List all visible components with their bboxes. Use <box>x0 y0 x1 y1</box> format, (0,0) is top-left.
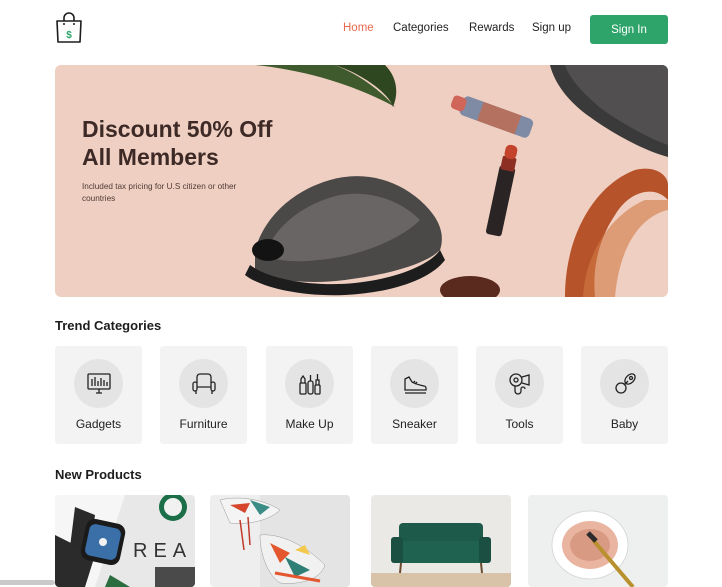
category-label: Gadgets <box>75 417 122 431</box>
category-baby[interactable]: Baby <box>581 346 668 444</box>
category-gadgets[interactable]: Gadgets <box>55 346 142 444</box>
category-icon-circle <box>74 359 123 408</box>
nav-home[interactable]: Home <box>343 22 374 34</box>
category-icon-circle <box>179 359 228 408</box>
trend-categories-title: Trend Categories <box>55 318 162 333</box>
category-icon-circle <box>600 359 649 408</box>
shopping-bag-icon: $ <box>56 12 82 43</box>
product-image-sneakers <box>210 495 350 587</box>
category-tools[interactable]: Tools <box>476 346 563 444</box>
product-image-watch: REA <box>55 495 195 587</box>
product-row: REA <box>55 495 668 587</box>
pacifier-icon <box>614 372 636 394</box>
hero-banner: Discount 50% Off All Members Included ta… <box>55 65 668 297</box>
watch-print-text: REA <box>133 540 192 562</box>
sneaker-icon <box>403 375 427 394</box>
product-image-cosmetic <box>528 495 668 587</box>
horizontal-scrollbar[interactable] <box>0 580 55 585</box>
nav-signup[interactable]: Sign up <box>532 22 571 34</box>
product-card-watch[interactable]: REA <box>55 495 195 587</box>
category-icon-circle <box>495 359 544 408</box>
svg-text:$: $ <box>66 30 72 41</box>
category-makeup[interactable]: Make Up <box>266 346 353 444</box>
hairdryer-icon <box>508 372 530 395</box>
hero-subtitle: Included tax pricing for U.S citizen or … <box>82 182 237 203</box>
product-image-sofa <box>371 495 511 587</box>
hero-title-line2: All Members <box>82 144 219 170</box>
makeup-icon <box>298 373 321 395</box>
product-card-sofa[interactable] <box>371 495 511 587</box>
category-label: Tools <box>505 417 534 431</box>
hero-title: Discount 50% Off All Members <box>82 115 342 171</box>
category-icon-circle <box>285 359 334 408</box>
product-card-sneakers[interactable] <box>210 495 350 587</box>
new-products-title: New Products <box>55 467 142 482</box>
armchair-icon <box>191 372 216 394</box>
nav-rewards[interactable]: Rewards <box>469 22 514 34</box>
category-icon-circle <box>390 359 439 408</box>
product-card-cosmetic[interactable] <box>528 495 668 587</box>
category-furniture[interactable]: Furniture <box>160 346 247 444</box>
nav-categories[interactable]: Categories <box>393 22 449 34</box>
category-label: Baby <box>610 417 639 431</box>
category-label: Make Up <box>285 417 334 431</box>
category-row: Gadgets Furniture Make Up Sneaker Tools … <box>55 346 668 444</box>
category-label: Sneaker <box>392 417 437 431</box>
hero-title-line1: Discount 50% Off <box>82 116 273 142</box>
logo[interactable]: $ <box>55 12 83 44</box>
category-label: Furniture <box>179 417 228 431</box>
category-sneaker[interactable]: Sneaker <box>371 346 458 444</box>
signin-button[interactable]: Sign In <box>590 15 668 44</box>
monitor-icon <box>86 372 111 394</box>
